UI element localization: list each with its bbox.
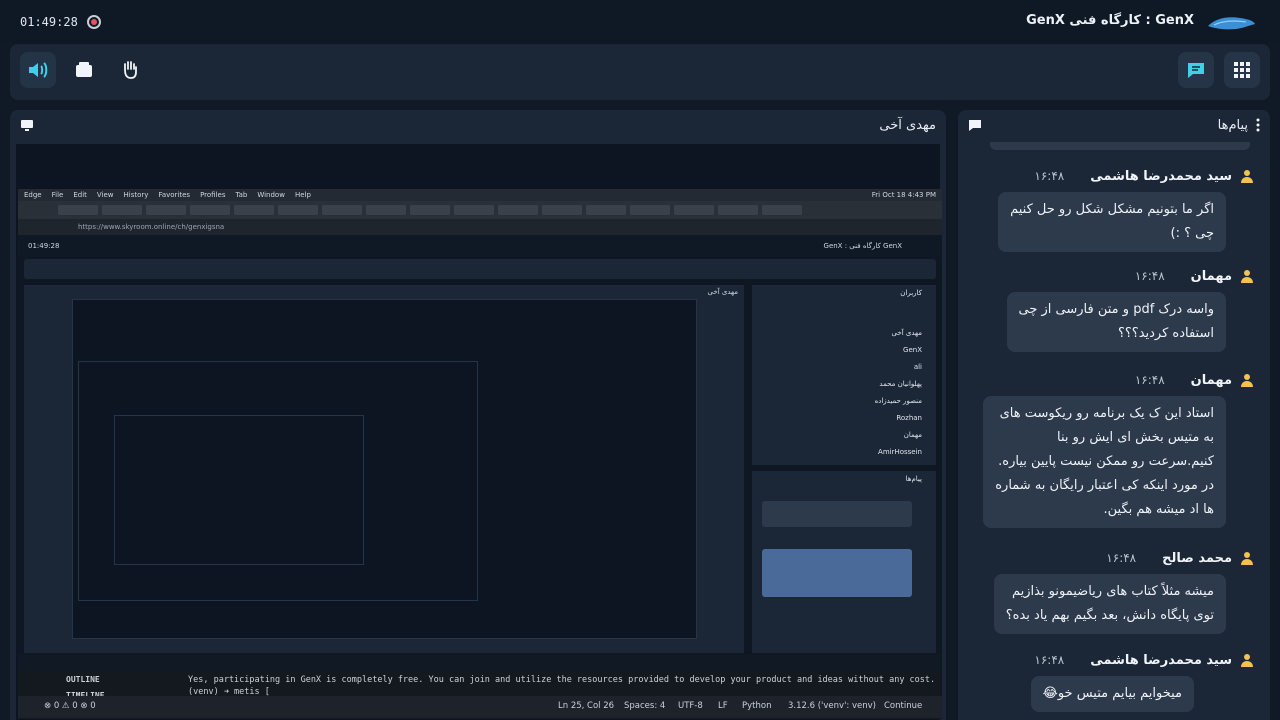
room-title: GenX : کارگاه فنی GenX (1026, 13, 1194, 28)
chat-message: سید محمدرضا هاشمی ۱۶:۴۸ میخوایم بیایم مت… (964, 650, 1254, 712)
genx-logo (1208, 17, 1255, 30)
apps-button[interactable] (1224, 52, 1260, 88)
message-time: ۱۶:۴۸ (1034, 169, 1065, 183)
nested-presenter: مهدی آخی (707, 288, 738, 296)
toolbar (10, 44, 1270, 100)
mac-menu-bar: Edge File Edit View History Favorites Pr… (18, 189, 942, 201)
nested-user: مهمان (903, 431, 922, 439)
menu-edge: Edge (24, 191, 42, 199)
status-eol: LF (718, 701, 728, 711)
terminal-output: Yes, participating in GenX is completely… (188, 675, 936, 685)
message-sender: مهمان (1190, 268, 1232, 284)
nested-messages-panel: پیام‌ها (752, 471, 936, 653)
status-encoding: UTF-8 (678, 701, 703, 711)
user-icon (1241, 170, 1253, 183)
message-sender: سید محمدرضا هاشمی (1090, 168, 1232, 184)
menu-view: View (96, 191, 114, 199)
nested-users-title: کاربران (900, 289, 922, 297)
chat-message: مهمان ۱۶:۴۸ واسه درک pdf و متن فارسی از … (964, 266, 1254, 352)
chat-message: محمد صالح ۱۶:۴۸ میشه مثلاً کتاب های ریاض… (964, 548, 1254, 634)
screen-share-icon[interactable] (20, 118, 34, 132)
hand-icon (124, 61, 137, 79)
message-bubble: میشه مثلاً کتاب های ریاضیمونو بذازیم توی … (993, 574, 1226, 634)
chat-panel-icon (969, 120, 981, 131)
nested-title: GenX : کارگاه فنی GenX (823, 242, 902, 250)
video-panel: مهدی آخی Edge File Edit View History Fav… (10, 110, 946, 720)
nested-timer: 01:49:28 (28, 242, 60, 250)
nested-toolbar (24, 259, 936, 279)
status-position: Ln 25, Col 26 (558, 701, 615, 711)
message-sender: محمد صالح (1162, 550, 1232, 566)
shared-desktop: Edge File Edit View History Favorites Pr… (18, 189, 942, 671)
message-bubble: واسه درک pdf و متن فارسی از چی استفاده کر… (1006, 292, 1226, 352)
raise-hand-button[interactable] (112, 52, 148, 88)
nested-room: 01:49:28 GenX : کارگاه فنی GenX مهدی آخی… (18, 235, 942, 655)
status-problems: ⊗ 0 ⚠ 0 ⊗ 0 (44, 701, 96, 711)
presenter-name: مهدی آخی (879, 117, 936, 133)
menu-window: Window (257, 191, 285, 199)
status-spaces: Spaces: 4 (624, 701, 666, 711)
nested-user: منصور حمیدزاده (874, 397, 922, 405)
menu-edit: Edit (73, 191, 87, 199)
status-language: Python (742, 701, 772, 711)
user-icon (1241, 374, 1253, 387)
speaker-icon (29, 62, 48, 78)
message-sender: سید محمدرضا هاشمی (1090, 652, 1232, 668)
menu-help: Help (294, 191, 311, 199)
chat-title: پیام‌ها (1217, 117, 1248, 133)
message-bubble: میخوایم بیایم متیس خو😂 (1030, 676, 1194, 712)
message-time: ۱۶:۴۸ (1106, 551, 1137, 565)
nested-user: AmirHossein (878, 448, 922, 456)
files-button[interactable] (66, 52, 102, 88)
chat-messages[interactable]: سید محمدرضا هاشمی ۱۶:۴۸ اگر ما بتونیم مش… (964, 142, 1264, 720)
message-time: ۱۶:۴۸ (1034, 653, 1065, 667)
folder-icon (76, 62, 92, 77)
browser-url: https://www.skyroom.online/ch/genxigsna (18, 219, 942, 235)
user-icon (1241, 654, 1253, 667)
menu-history: History (123, 191, 149, 199)
nested-video: مهدی آخی (24, 285, 744, 653)
browser-tabs (18, 201, 942, 219)
nested-user: GenX (903, 346, 922, 354)
nested-user: پهلوانیان محمد (879, 380, 922, 388)
chat-message: سید محمدرضا هاشمی ۱۶:۴۸ اگر ما بتونیم مش… (964, 166, 1254, 252)
status-env: 3.12.6 ('venv': venv) (788, 701, 876, 711)
chat-message: مهمان ۱۶:۴۸ استاد این ک یک برنامه رو ریک… (964, 370, 1254, 528)
menu-profiles: Profiles (200, 191, 226, 199)
more-options-icon[interactable] (1256, 118, 1260, 132)
nested-users-panel: کاربران مهدی آخی GenX ali پهلوانیان محمد… (752, 285, 936, 465)
grid-icon (1234, 62, 1250, 78)
message-bubble: اگر ما بتونیم مشکل شکل رو حل کنیم چی ؟ :) (998, 192, 1226, 252)
nested-user: ali (913, 363, 922, 371)
message-sender: مهمان (1190, 372, 1232, 388)
chat-toggle-button[interactable] (1178, 52, 1214, 88)
status-continue: Continue (884, 701, 923, 711)
outline-label: OUTLINE (66, 675, 100, 684)
record-icon[interactable] (87, 15, 101, 29)
session-timer: 01:49:28 (20, 15, 78, 29)
mac-clock: Fri Oct 18 4:43 PM (871, 191, 936, 199)
nested-user: مهدی آخی (891, 329, 922, 337)
menu-favorites: Favorites (158, 191, 191, 199)
message-time: ۱۶:۴۸ (1134, 269, 1165, 283)
editor-status-bar: ⊗ 0 ⚠ 0 ⊗ 0 Ln 25, Col 26 Spaces: 4 UTF-… (18, 696, 942, 718)
user-icon (1241, 270, 1253, 283)
menu-file: File (51, 191, 64, 199)
user-icon (1241, 552, 1253, 565)
menu-tab: Tab (235, 191, 248, 199)
speaker-button[interactable] (20, 52, 56, 88)
nested-user: Rozhan (896, 414, 922, 422)
nested-messages-title: پیام‌ها (905, 475, 922, 483)
top-bar: 01:49:28 GenX : کارگاه فنی GenX (0, 0, 1280, 44)
message-bubble: استاد این ک یک برنامه رو ریکوست های به مت… (983, 396, 1226, 528)
message-time: ۱۶:۴۸ (1134, 373, 1165, 387)
chat-panel: پیام‌ها سید محمدرضا هاشمی ۱۶:۴۸ اگر ما ب… (958, 110, 1270, 720)
chat-icon (1188, 63, 1204, 78)
